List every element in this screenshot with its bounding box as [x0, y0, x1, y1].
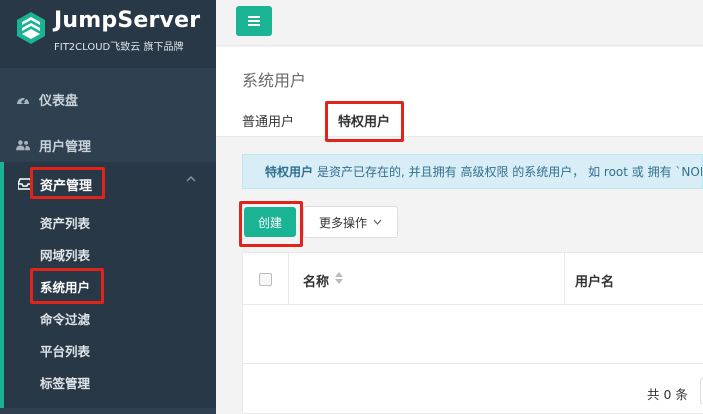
system-user-table: 名称 用户名 [242, 252, 703, 364]
sidebar-bottom [0, 408, 216, 414]
total-count: 共 0 条 [647, 387, 688, 402]
info-text: 是资产已存在的, 并且拥有 高级权限 的系统用户， 如 root 或 拥有 `N… [317, 165, 703, 179]
sidebar-item-label: 用户管理 [39, 139, 92, 155]
highlight-box-create [239, 201, 303, 247]
top-navbar [216, 0, 703, 46]
sidebar: JumpServer FIT2CLOUD飞致云 旗下品牌 仪表盘 用户管理 资产… [0, 0, 216, 414]
info-alert: 特权用户 是资产已存在的, 并且拥有 高级权限 的系统用户， 如 root 或 … [242, 154, 703, 189]
hamburger-icon [248, 16, 260, 26]
column-divider [564, 253, 565, 305]
dashboard-icon [16, 92, 30, 106]
sidebar-item-asset-list[interactable]: 资产列表 [4, 206, 216, 238]
column-header-username[interactable]: 用户名 [575, 271, 614, 290]
more-actions-label: 更多操作 [318, 215, 367, 230]
sidebar-item-command-filter[interactable]: 命令过滤 [4, 302, 216, 334]
sidebar-item-domain-list[interactable]: 网域列表 [4, 238, 216, 270]
table-header: 名称 用户名 [243, 253, 703, 305]
sidebar-item-label: 仪表盘 [39, 93, 79, 109]
sidebar-item-label-management[interactable]: 标签管理 [4, 366, 216, 398]
more-actions-dropdown[interactable]: 更多操作 [303, 206, 398, 238]
highlight-box-system-users [30, 268, 104, 304]
table-footer: 共 0 条 [242, 364, 703, 414]
column-divider [288, 253, 289, 305]
logo: JumpServer FIT2CLOUD飞致云 旗下品牌 [0, 0, 216, 68]
page-header: 系统用户 普通用户 特权用户 [216, 47, 703, 137]
info-strong: 特权用户 [265, 165, 314, 179]
page-title: 系统用户 [242, 71, 307, 90]
column-header-name[interactable]: 名称 [303, 271, 329, 290]
chevron-up-icon [186, 176, 196, 182]
users-icon [16, 138, 30, 152]
menu-toggle-button[interactable] [236, 6, 272, 36]
tab-regular-users[interactable]: 普通用户 [242, 111, 294, 130]
sidebar-item-dashboard[interactable]: 仪表盘 [0, 76, 216, 122]
brand-title: JumpServer [54, 8, 201, 33]
sort-icon[interactable] [334, 271, 344, 285]
jumpserver-logo-icon [17, 12, 45, 44]
select-all-checkbox[interactable] [259, 273, 272, 286]
highlight-box-asset-management [30, 167, 105, 199]
sidebar-item-platform-list[interactable]: 平台列表 [4, 334, 216, 366]
brand-subtitle: FIT2CLOUD飞致云 旗下品牌 [54, 42, 184, 53]
highlight-box-tab [325, 101, 404, 142]
chevron-down-icon [373, 219, 382, 225]
